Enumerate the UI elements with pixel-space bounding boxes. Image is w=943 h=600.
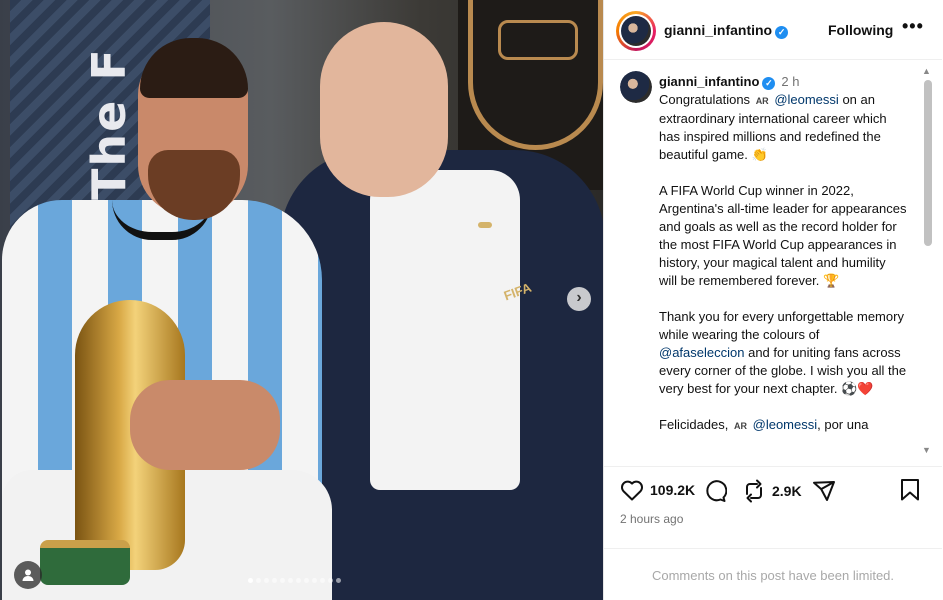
save-action[interactable] — [900, 479, 920, 501]
caption-text-segment: , por una — [817, 417, 869, 432]
caption-username[interactable]: gianni_infantino — [659, 74, 759, 89]
header-username-link[interactable]: gianni_infantino ✓ — [664, 22, 789, 39]
banner-ornament-inner — [498, 20, 578, 60]
mention-link[interactable]: @leomessi — [753, 417, 818, 432]
carousel-dot[interactable] — [320, 578, 325, 583]
header-username[interactable]: gianni_infantino — [664, 22, 772, 38]
repost-count[interactable]: 2.9K — [772, 483, 802, 499]
mention-link[interactable]: @afaseleccion — [659, 345, 744, 360]
carousel-dots — [248, 578, 341, 583]
post-header: gianni_infantino ✓ Following ••• — [604, 0, 942, 60]
following-button[interactable]: Following — [828, 22, 893, 38]
chevron-right-icon[interactable]: › — [567, 287, 591, 311]
repost-action[interactable]: 2.9K — [742, 479, 802, 503]
caption-avatar[interactable] — [620, 71, 652, 103]
scroll-up-icon[interactable]: ▲ — [922, 66, 931, 76]
carousel-dot[interactable] — [296, 578, 301, 583]
avatar[interactable] — [616, 11, 656, 51]
carousel-dot[interactable] — [248, 578, 253, 583]
infantino-head — [320, 22, 448, 197]
post-actions: 109.2K 2.9K 2 hours ago — [604, 466, 942, 546]
like-count[interactable]: 109.2K — [650, 482, 695, 498]
send-icon[interactable] — [812, 479, 836, 503]
carousel-dot[interactable] — [264, 578, 269, 583]
carousel-dot[interactable] — [328, 578, 333, 583]
caption-text-segment: Felicidades, — [659, 417, 729, 432]
caption-time[interactable]: 2 h — [781, 74, 799, 89]
heart-icon[interactable] — [620, 479, 644, 501]
share-action[interactable] — [812, 479, 836, 503]
infantino-shirt — [370, 170, 520, 490]
caption-text: gianni_infantino ✓ 2 h Congratulations AR … — [659, 73, 907, 453]
comment-action[interactable] — [703, 479, 727, 503]
bookmark-icon[interactable] — [900, 479, 920, 501]
scroll-down-icon[interactable]: ▼ — [922, 445, 931, 455]
trophy-base — [40, 540, 130, 585]
post-timestamp[interactable]: 2 hours ago — [620, 512, 683, 526]
like-action[interactable]: 109.2K — [620, 479, 695, 501]
verified-badge-icon: ✓ — [775, 26, 789, 39]
scrollbar-thumb[interactable] — [924, 80, 932, 246]
comment-icon[interactable] — [703, 479, 727, 503]
caption-paragraph-4: Felicidades, AR @leomessi, por una — [659, 416, 907, 435]
verified-badge-icon: ✓ — [762, 77, 776, 90]
banner-text: The F — [82, 47, 136, 200]
caption-text-segment: Thank you for every unforgettable memory… — [659, 309, 904, 342]
carousel-dot[interactable] — [256, 578, 261, 583]
mention-link[interactable]: @leomessi — [774, 92, 839, 107]
repost-icon[interactable] — [742, 479, 766, 503]
caption-paragraph-3: Thank you for every unforgettable memory… — [659, 308, 907, 398]
carousel-dot[interactable] — [304, 578, 309, 583]
carousel-dot[interactable] — [336, 578, 341, 583]
ar-badge: AR — [734, 421, 747, 431]
person-icon[interactable] — [14, 561, 42, 589]
carousel-dot[interactable] — [312, 578, 317, 583]
ar-badge: AR — [755, 96, 769, 106]
caption-text-segment: Congratulations — [659, 92, 751, 107]
caption-paragraph-1: Congratulations AR @leomessi on an extra… — [659, 91, 907, 164]
lapel-pin — [478, 222, 492, 228]
comments-limited-notice: Comments on this post have been limited. — [604, 548, 942, 600]
messi-arm — [130, 380, 280, 470]
post-media[interactable]: The F FIFA › — [0, 0, 603, 600]
carousel-dot[interactable] — [280, 578, 285, 583]
carousel-dot[interactable] — [272, 578, 277, 583]
carousel-dot[interactable] — [288, 578, 293, 583]
caption-scroll-area[interactable]: gianni_infantino ✓ 2 h Congratulations AR … — [604, 61, 942, 466]
more-options-icon[interactable]: ••• — [902, 16, 924, 37]
caption-paragraph-2: A FIFA World Cup winner in 2022, Argenti… — [659, 183, 907, 288]
post-sidebar: gianni_infantino ✓ Following ••• gianni_i… — [603, 0, 943, 600]
